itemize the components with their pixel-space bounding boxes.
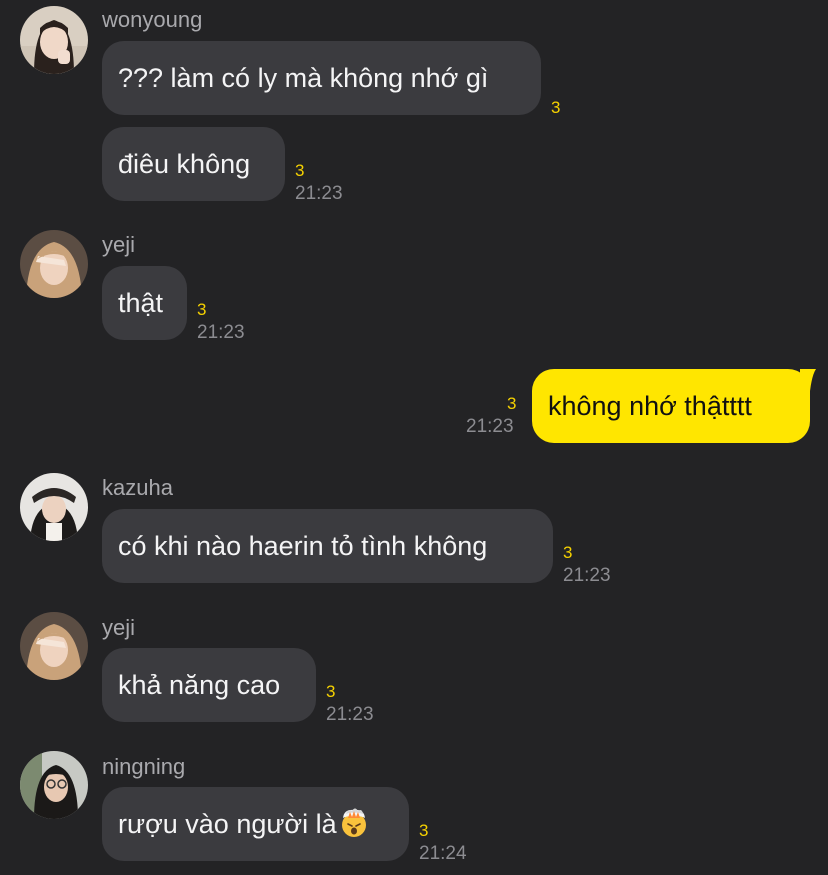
unread-count: 3	[507, 394, 517, 413]
my-message-bubble[interactable]: không nhớ thậtttt	[532, 369, 810, 443]
message-bubble[interactable]: rượu vào người là	[102, 787, 409, 861]
message-time: 21:23	[295, 183, 343, 204]
message-bubble[interactable]: có khi nào haerin tỏ tình không	[102, 509, 553, 583]
sender-name: yeji	[102, 615, 136, 640]
avatar-yeji[interactable]	[20, 230, 88, 298]
unread-count: 3	[551, 98, 561, 117]
sender-name: kazuha	[102, 475, 173, 500]
avatar-kazuha[interactable]	[20, 473, 88, 541]
message-time: 21:23	[326, 704, 374, 725]
unread-count: 3	[295, 161, 305, 180]
sender-name: wonyoung	[102, 7, 203, 32]
sender-name: ningning	[102, 754, 186, 779]
avatar-wonyoung[interactable]	[20, 6, 88, 74]
bubble-tail	[800, 369, 816, 391]
message-bubble[interactable]: khả năng cao	[102, 648, 316, 722]
unread-count: 3	[326, 682, 336, 701]
message-time: 21:24	[419, 843, 467, 864]
unread-count: 3	[419, 821, 429, 840]
message-time: 21:23	[563, 565, 611, 586]
message-bubble[interactable]: thật	[102, 266, 187, 340]
message-text: rượu vào người là	[118, 809, 337, 839]
message-bubble[interactable]: ??? làm có ly mà không nhớ gì	[102, 41, 541, 115]
exploding-head-icon	[341, 808, 366, 837]
avatar-ningning[interactable]	[20, 751, 88, 819]
message-time: 21:23	[197, 322, 245, 343]
unread-count: 3	[563, 543, 573, 562]
unread-count: 3	[197, 300, 207, 319]
message-bubble[interactable]: điêu không	[102, 127, 285, 201]
sender-name: yeji	[102, 232, 136, 257]
avatar-yeji[interactable]	[20, 612, 88, 680]
message-time: 21:23	[466, 416, 514, 437]
